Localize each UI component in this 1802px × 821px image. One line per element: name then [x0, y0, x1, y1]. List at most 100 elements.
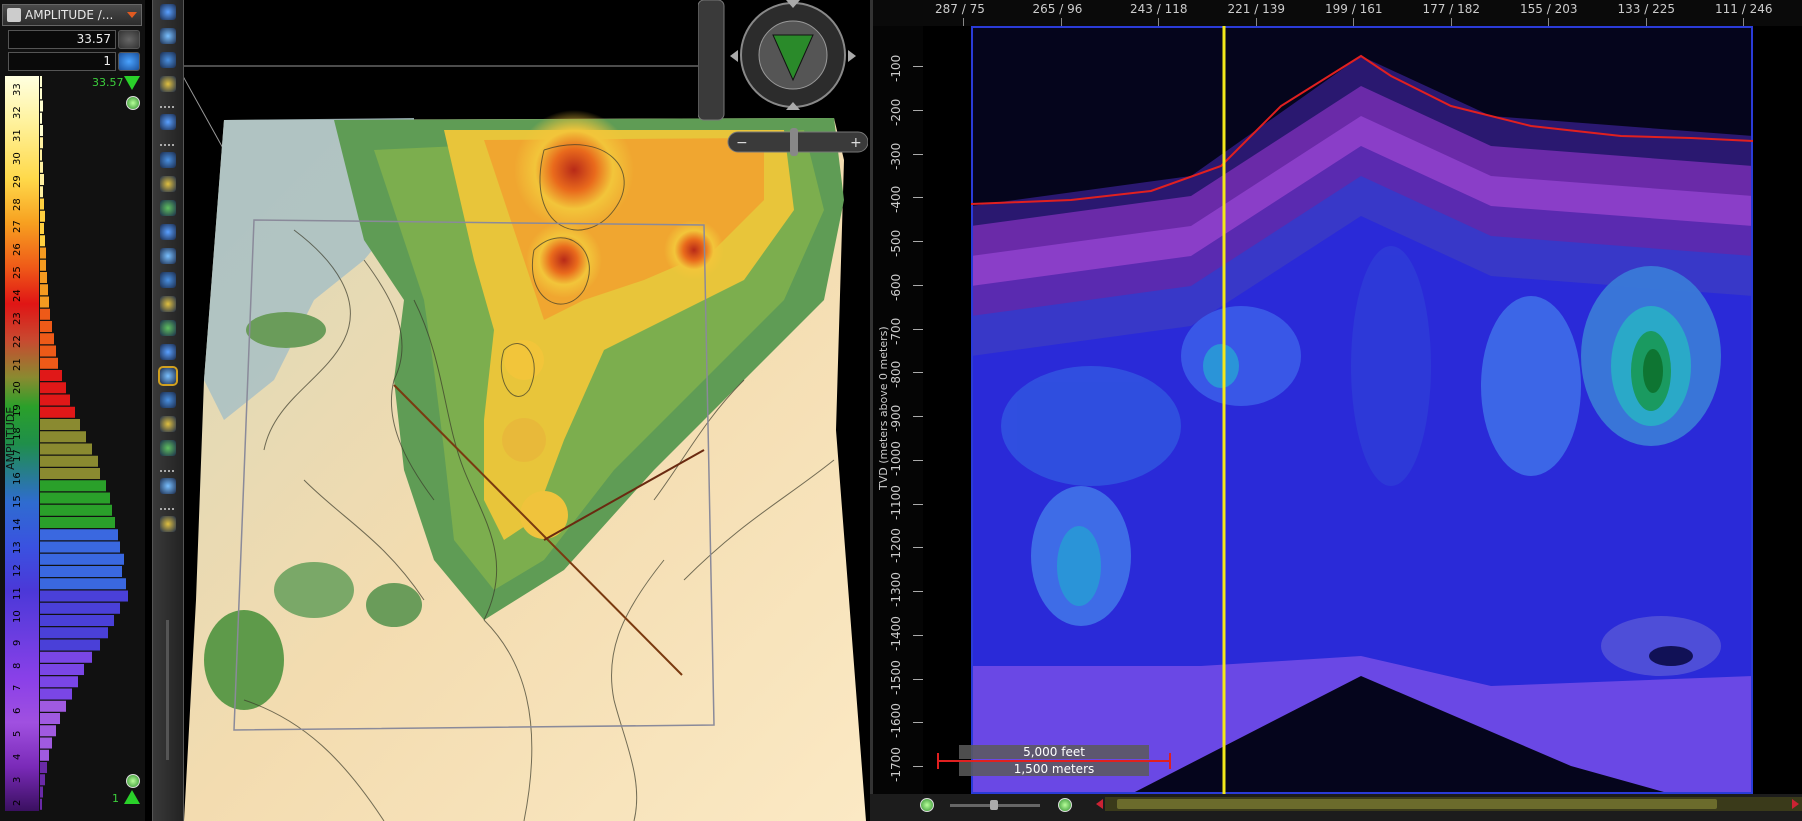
histogram-bar: [40, 235, 45, 247]
histogram-bar: [40, 566, 122, 578]
pen-icon[interactable]: [160, 320, 176, 336]
depth-tick: [913, 547, 923, 549]
zoom-in-icon[interactable]: [160, 28, 176, 44]
depth-tick: [913, 766, 923, 767]
tool-strip: [152, 0, 184, 821]
colorbar-tick-label: 11: [12, 587, 23, 600]
toolbar-divider: [160, 470, 176, 472]
histogram-bar: [40, 774, 45, 786]
min-handle-icon[interactable]: [124, 790, 140, 804]
histogram-bar: [40, 431, 86, 443]
colorbar-tick-label: 4: [12, 753, 23, 761]
copy-icon[interactable]: [160, 392, 176, 408]
top-axis-label: 133 / 225: [1617, 2, 1675, 16]
depth-tick-label: -100: [889, 54, 903, 82]
colorbar-tick-label: 6: [12, 708, 23, 715]
select-box-icon[interactable]: [160, 114, 176, 130]
histogram-bar: [40, 308, 50, 320]
histogram-bar: [40, 247, 46, 259]
depth-tick-label: -1500: [889, 659, 903, 695]
top-axis-tick: [963, 18, 964, 26]
rotate-icon[interactable]: [160, 52, 176, 68]
colorbar-tick-label: 15: [12, 495, 23, 509]
depth-tick-label: -1300: [889, 572, 903, 607]
histogram-bar: [40, 161, 43, 173]
brush-icon[interactable]: [160, 478, 176, 494]
square-icon[interactable]: [160, 416, 176, 432]
histogram-bar: [40, 517, 115, 529]
histogram-bar: [40, 664, 84, 676]
histogram-bar: [40, 406, 75, 418]
colorbar-tick-label: 5: [12, 730, 23, 738]
axis-icon[interactable]: [160, 76, 176, 92]
navigation-widget[interactable]: − +: [698, 0, 868, 160]
dish-icon[interactable]: [160, 344, 176, 360]
attribute-dropdown[interactable]: AMPLITUDE /...: [2, 4, 142, 26]
toolbar-divider: [160, 508, 176, 510]
colorbar-tick-label: 3: [12, 776, 23, 784]
top-axis-tick: [1060, 18, 1062, 26]
depth-tick-label: -600: [889, 273, 903, 301]
transform-icon[interactable]: [160, 224, 176, 240]
stack-icon[interactable]: [160, 272, 176, 288]
top-axis-tick: [1743, 18, 1744, 26]
pick-icon[interactable]: [160, 152, 176, 168]
histogram-bar: [40, 357, 58, 369]
top-axis-tick: [1645, 18, 1647, 26]
histogram-bar: [40, 578, 126, 590]
zoom-fit-icon[interactable]: [160, 516, 176, 532]
depth-tick: [913, 153, 923, 155]
min-value-field[interactable]: 1: [8, 52, 116, 71]
zoom-out-icon[interactable]: [126, 774, 140, 788]
histogram-bar: [40, 529, 118, 541]
edit-icon[interactable]: [160, 200, 176, 216]
zoom-in-icon[interactable]: [126, 96, 140, 110]
histogram-bar: [40, 112, 42, 124]
zoom-out-icon[interactable]: [920, 798, 934, 812]
top-axis-tick: [1548, 18, 1549, 26]
colorbar-tick-label: 28: [12, 197, 23, 211]
max-value-field[interactable]: 33.57: [8, 30, 116, 49]
depth-tick-label: -300: [889, 142, 903, 170]
toolstrip-slider[interactable]: [166, 620, 169, 760]
histogram-bar: [40, 688, 72, 700]
max-lock-button[interactable]: [118, 30, 140, 49]
histogram-bar: [40, 639, 100, 651]
depth-tick-label: -1200: [889, 528, 903, 564]
seismic-section[interactable]: [971, 26, 1753, 794]
top-axis-label: 265 / 96: [1032, 2, 1083, 16]
histogram-bar: [40, 272, 47, 284]
zoom-icon[interactable]: [160, 4, 176, 20]
histogram-bar: [40, 223, 44, 235]
scroll-left-icon[interactable]: [1096, 799, 1103, 809]
colorbar-tick-label: 22: [12, 335, 23, 348]
grid-icon[interactable]: [160, 440, 176, 456]
depth-tick: [913, 634, 923, 636]
horizontal-scrollbar[interactable]: [1105, 797, 1802, 811]
max-handle-icon[interactable]: [124, 76, 140, 90]
histogram-bar: [40, 382, 66, 394]
section-view[interactable]: 287 / 75 265 / 96 243 / 118 221 / 139 199 / …: [870, 0, 1802, 821]
depth-tick-label: -1600: [889, 703, 903, 739]
top-axis-tick: [1353, 18, 1354, 26]
cursor-icon[interactable]: [160, 176, 176, 192]
histogram-bar: [40, 186, 43, 198]
colorbar-tick-label: 9: [12, 639, 23, 646]
surface-icon[interactable]: [158, 366, 178, 386]
layers-icon[interactable]: [160, 248, 176, 264]
colorbar-tick-label: 21: [12, 358, 23, 371]
attribute-label: AMPLITUDE /...: [25, 8, 114, 22]
refresh-range-button[interactable]: [118, 52, 140, 71]
histogram-bar: [40, 198, 44, 210]
svg-text:+: +: [850, 135, 862, 151]
tilt-icon[interactable]: [160, 296, 176, 312]
depth-tick: [913, 284, 923, 286]
scrollbar-thumb[interactable]: [1117, 799, 1717, 809]
scroll-right-icon[interactable]: [1792, 799, 1799, 809]
colorbar-axis-label: AMPLITUDE: [4, 406, 17, 470]
histogram-bar: [40, 370, 62, 382]
zoom-in-icon[interactable]: [1058, 798, 1072, 812]
zoom-slider-knob[interactable]: [990, 800, 998, 810]
histogram-bar: [40, 602, 120, 614]
depth-tick: [913, 678, 923, 680]
